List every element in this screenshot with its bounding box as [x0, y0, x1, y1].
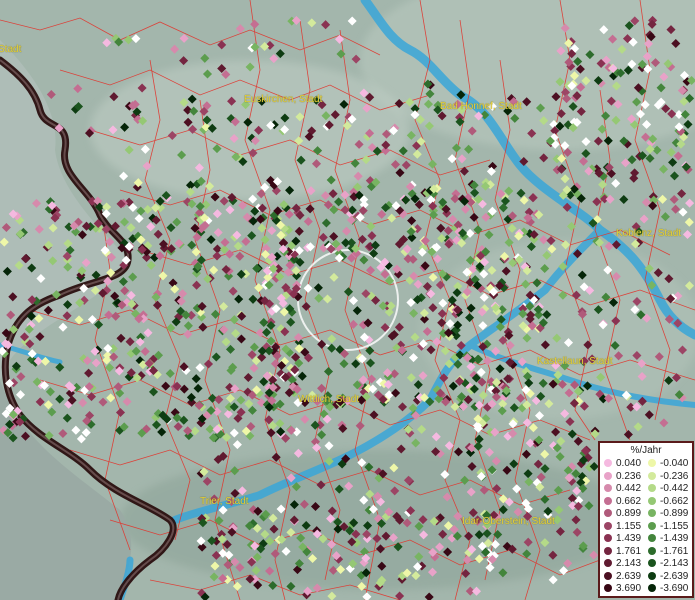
legend-swatch — [604, 546, 612, 555]
city-label-left-edge: Stadt — [0, 44, 22, 55]
map-canvas[interactable]: Euskirchen, Stadt Bad Honnef, Stadt Kobl… — [0, 0, 695, 600]
city-label-koblenz: Koblenz, Stadt — [616, 228, 682, 239]
legend-value: 1.155 — [616, 520, 642, 532]
legend-swatch — [648, 509, 656, 517]
legend-value: 2.639 — [616, 570, 642, 582]
legend-value: -2.639 — [660, 570, 689, 582]
legend-value: -3.690 — [660, 583, 689, 594]
legend-swatch — [604, 521, 612, 530]
legend-swatch — [648, 496, 656, 505]
legend-value: 0.442 — [616, 483, 642, 494]
legend-swatch — [648, 459, 656, 467]
legend-swatch — [648, 484, 656, 492]
legend-value: -0.662 — [660, 495, 689, 507]
legend-swatch — [648, 521, 656, 530]
legend-value: 0.662 — [616, 495, 642, 507]
legend-swatch — [604, 471, 612, 480]
city-label-trier: Trier, Stadt — [200, 496, 249, 507]
city-label-kastellaun: Kastellaun, Stadt — [537, 356, 613, 367]
legend-value: -2.143 — [660, 558, 689, 569]
legend-swatch — [604, 459, 612, 467]
legend-swatch — [604, 534, 612, 542]
legend-title: %/Jahr — [630, 445, 662, 456]
legend-swatch — [604, 571, 612, 580]
legend-value: -1.761 — [660, 545, 689, 557]
legend-value: 1.439 — [616, 533, 642, 544]
legend-value: 2.143 — [616, 558, 642, 569]
legend-swatch — [648, 584, 656, 592]
legend-value: -0.899 — [660, 508, 689, 519]
legend-swatch — [604, 509, 612, 517]
city-label-idar-oberstein: Idar-Oberstein, Stadt — [462, 516, 555, 527]
legend-swatch — [648, 571, 656, 580]
legend-value: -1.439 — [660, 533, 689, 544]
city-label-bad-honnef: Bad Honnef, Stadt — [440, 101, 522, 112]
legend-value: -1.155 — [660, 520, 689, 532]
legend-swatch — [604, 496, 612, 505]
map-base — [0, 0, 695, 600]
legend: %/Jahr 0.040 0.236 0.442 0.662 0.899 1.155 1.4… — [598, 441, 694, 598]
legend-value: -0.442 — [660, 483, 689, 494]
legend-swatch — [648, 471, 656, 480]
legend-value: 0.899 — [616, 508, 642, 519]
city-label-wittlich: Wittlich, Stadt — [298, 394, 360, 405]
legend-swatch — [604, 559, 612, 567]
legend-swatch — [648, 559, 656, 567]
legend-value: -0.040 — [660, 458, 689, 469]
legend-value: -0.236 — [660, 470, 689, 482]
legend-value: 3.690 — [616, 583, 642, 594]
city-label-euskirchen: Euskirchen, Stadt — [244, 94, 323, 105]
legend-swatch — [648, 534, 656, 542]
legend-swatch — [604, 484, 612, 492]
legend-swatch — [648, 546, 656, 555]
legend-value: 1.761 — [616, 545, 642, 557]
legend-swatch — [604, 584, 612, 592]
legend-value: 0.236 — [616, 470, 642, 482]
legend-value: 0.040 — [616, 458, 642, 469]
